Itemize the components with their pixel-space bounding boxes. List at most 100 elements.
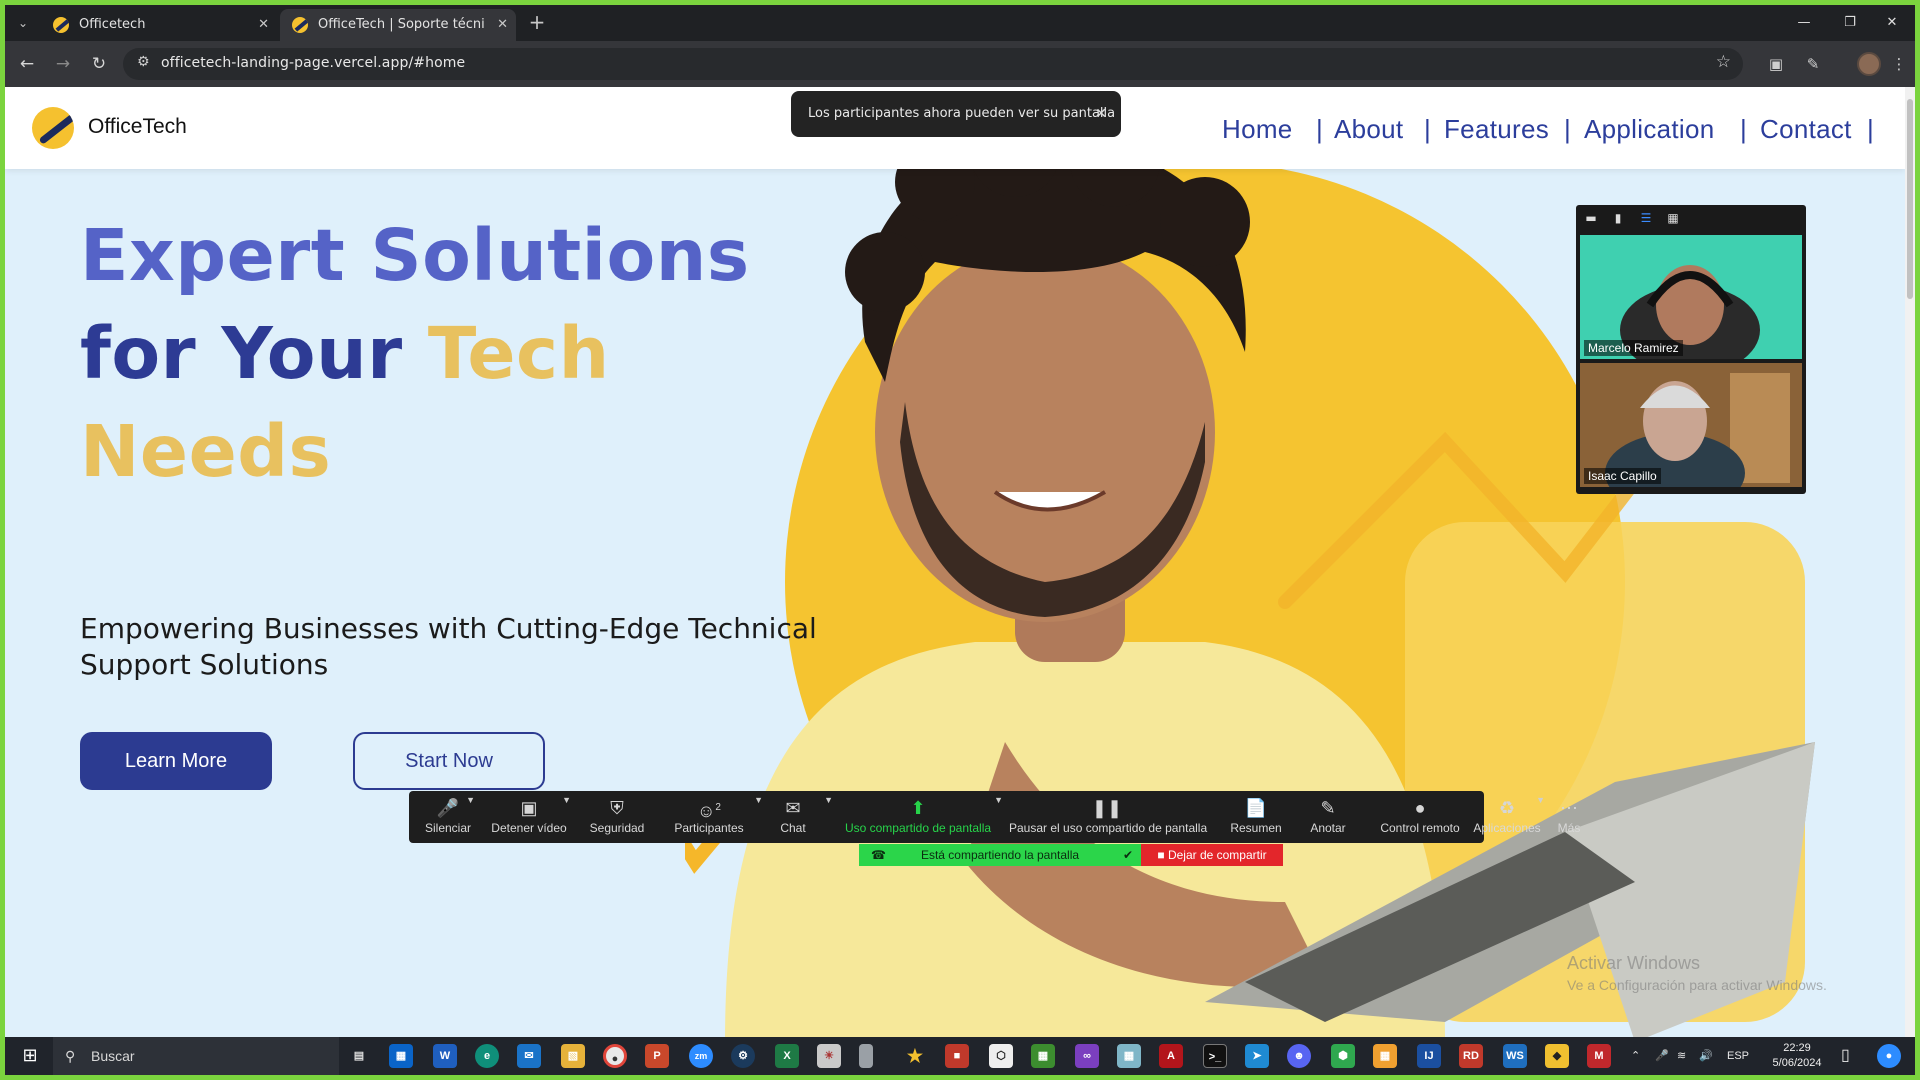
participant-video-tile[interactable]: Marcelo Ramirez	[1580, 235, 1802, 359]
show-hidden-icons[interactable]: ⌃	[1631, 1037, 1640, 1075]
powerpoint-icon[interactable]: P	[645, 1044, 669, 1068]
scrollbar-thumb[interactable]	[1907, 99, 1913, 299]
app-icon[interactable]: ▦	[1373, 1044, 1397, 1068]
close-tab-icon[interactable]: ✕	[497, 9, 508, 41]
chevron-down-icon[interactable]: ▼	[466, 795, 475, 805]
minecraft-icon[interactable]: ▦	[1031, 1044, 1055, 1068]
strip-view-icon[interactable]: ☰	[1638, 210, 1654, 226]
pause-share-button[interactable]: ❚❚ Pausar el uso compartido de pantalla	[1009, 791, 1207, 843]
app-icon[interactable]: ◆	[1545, 1044, 1569, 1068]
notifications-icon[interactable]: ▯	[1841, 1037, 1850, 1075]
taskbar-search-box[interactable]: ⚲ Buscar	[53, 1037, 339, 1075]
close-window-button[interactable]: ✕	[1869, 5, 1915, 41]
wifi-icon[interactable]: ≋	[1677, 1037, 1686, 1075]
profile-avatar[interactable]	[1857, 52, 1881, 76]
terminal-icon[interactable]: >_	[1203, 1044, 1227, 1068]
chevron-down-icon[interactable]: ▼	[1536, 795, 1545, 805]
store-icon[interactable]: ▦	[389, 1044, 413, 1068]
restore-button[interactable]: ❐	[1827, 5, 1873, 41]
summary-button[interactable]: 📄 Resumen	[1227, 791, 1285, 843]
nav-about[interactable]: About	[1334, 114, 1403, 145]
app-icon[interactable]: ▦	[1117, 1044, 1141, 1068]
nav-contact[interactable]: Contact	[1760, 114, 1852, 145]
close-tab-icon[interactable]: ✕	[258, 9, 269, 41]
visual-studio-icon[interactable]: ∞	[1075, 1044, 1099, 1068]
nav-home[interactable]: Home	[1222, 114, 1293, 145]
intellij-icon[interactable]: IJ	[1417, 1044, 1441, 1068]
acrobat-icon[interactable]: A	[1159, 1044, 1183, 1068]
address-bar[interactable]: ⚙ officetech-landing-page.vercel.app/#ho…	[123, 48, 1743, 80]
zoom-video-gallery[interactable]: ▬ ▮ ☰ ▦ Marcelo Ramirez Isaac Capillo	[1576, 205, 1806, 494]
chevron-down-icon[interactable]: ▼	[994, 795, 1003, 805]
chat-button[interactable]: ✉ Chat ▼	[773, 791, 833, 843]
usb-icon[interactable]	[859, 1044, 873, 1068]
share-screen-button[interactable]: ⬆ Uso compartido de pantalla ▼	[843, 791, 1003, 843]
more-button[interactable]: ⋯ Más	[1549, 791, 1589, 843]
app-icon[interactable]: ☀	[817, 1044, 841, 1068]
remote-control-button[interactable]: ● Control remoto	[1371, 791, 1469, 843]
site-info-icon[interactable]: ⚙	[137, 54, 150, 70]
nav-application[interactable]: Application	[1584, 114, 1715, 145]
mcafee-icon[interactable]: M	[1587, 1044, 1611, 1068]
game-app-icon[interactable]: ■	[945, 1044, 969, 1068]
stop-video-button[interactable]: ▣ Detener vídeo ▼	[489, 791, 571, 843]
forward-icon[interactable]: →	[51, 52, 75, 76]
chevron-down-icon[interactable]: ▼	[754, 795, 763, 805]
learn-more-button[interactable]: Learn More	[80, 732, 272, 790]
edge-icon[interactable]: e	[475, 1044, 499, 1068]
page-scrollbar[interactable]	[1905, 87, 1915, 1041]
speaker-view-icon[interactable]: ▮	[1610, 210, 1626, 226]
tab-officetech-soporte[interactable]: OfficeTech | Soporte técnico a t ✕	[280, 9, 516, 41]
zoom-icon[interactable]: zm	[689, 1044, 713, 1068]
discord-icon[interactable]: ☻	[1287, 1044, 1311, 1068]
windows-start-icon[interactable]: ⊞	[11, 1037, 49, 1075]
close-toast-icon[interactable]: ✕	[1095, 91, 1107, 137]
webstorm-icon[interactable]: WS	[1503, 1044, 1527, 1068]
rider-icon[interactable]: RD	[1459, 1044, 1483, 1068]
minimize-button[interactable]: —	[1781, 5, 1827, 41]
chevron-down-icon[interactable]: ▼	[562, 795, 571, 805]
chevron-down-icon[interactable]: ▼	[824, 795, 833, 805]
star-app-icon[interactable]: ★	[903, 1044, 927, 1068]
volume-icon[interactable]: 🔊	[1699, 1037, 1713, 1075]
vscode-icon[interactable]: ➤	[1245, 1044, 1269, 1068]
task-view-icon[interactable]: ▤	[347, 1044, 371, 1068]
word-icon[interactable]: W	[433, 1044, 457, 1068]
reload-icon[interactable]: ↻	[87, 52, 111, 76]
bookmark-star-icon[interactable]: ☆	[1716, 52, 1731, 72]
nav-features[interactable]: Features	[1444, 114, 1549, 145]
app-icon[interactable]: ⬢	[1331, 1044, 1355, 1068]
chrome-icon[interactable]: ●	[603, 1044, 627, 1068]
file-explorer-icon[interactable]: ▧	[561, 1044, 585, 1068]
tab-officetech[interactable]: Officetech ✕	[41, 9, 277, 41]
tab-search-dropdown-icon[interactable]: ⌄	[11, 12, 35, 34]
cast-icon[interactable]: ▣	[1765, 53, 1787, 75]
start-now-button[interactable]: Start Now	[353, 732, 545, 790]
microphone-icon[interactable]: 🎤	[1655, 1037, 1669, 1075]
security-button[interactable]: ⛨ Seguridad	[585, 791, 649, 843]
minimize-video-icon[interactable]: ▬	[1583, 210, 1599, 226]
mute-button[interactable]: 🎤 Silenciar ▼	[423, 791, 475, 843]
participant-video-tile[interactable]: Isaac Capillo	[1580, 363, 1802, 487]
annotate-button[interactable]: ✎ Anotar	[1297, 791, 1359, 843]
mail-icon[interactable]: ✉	[517, 1044, 541, 1068]
new-tab-button[interactable]: +	[525, 11, 549, 35]
officetech-logo-icon[interactable]	[32, 107, 74, 149]
zoom-tray-icon[interactable]: ●	[1877, 1044, 1901, 1068]
brand-name[interactable]: OfficeTech	[88, 115, 187, 139]
url-text[interactable]: officetech-landing-page.vercel.app/#home	[161, 55, 465, 71]
back-icon[interactable]: ←	[15, 52, 39, 76]
excel-icon[interactable]: X	[775, 1044, 799, 1068]
participants-button[interactable]: ☺2 Participantes ▼	[667, 791, 763, 843]
gallery-grid-icon[interactable]: ▦	[1665, 210, 1681, 226]
sharing-status[interactable]: ☎ Está compartiendo la pantalla ✔	[859, 844, 1141, 866]
stop-share-button[interactable]: ■ Dejar de compartir	[1141, 844, 1283, 866]
language-indicator[interactable]: ESP	[1727, 1037, 1749, 1075]
apps-button[interactable]: ♻ Aplicaciones ▼	[1471, 791, 1545, 843]
extensions-icon[interactable]: ✎	[1802, 53, 1824, 75]
steam-icon[interactable]: ⚙	[731, 1044, 755, 1068]
menu-icon[interactable]: ⋮	[1888, 53, 1910, 75]
unity-icon[interactable]: ⬡	[989, 1044, 1013, 1068]
drag-handle-icon[interactable]: ☎	[871, 844, 886, 866]
taskbar-clock[interactable]: 22:29 5/06/2024	[1763, 1041, 1831, 1071]
